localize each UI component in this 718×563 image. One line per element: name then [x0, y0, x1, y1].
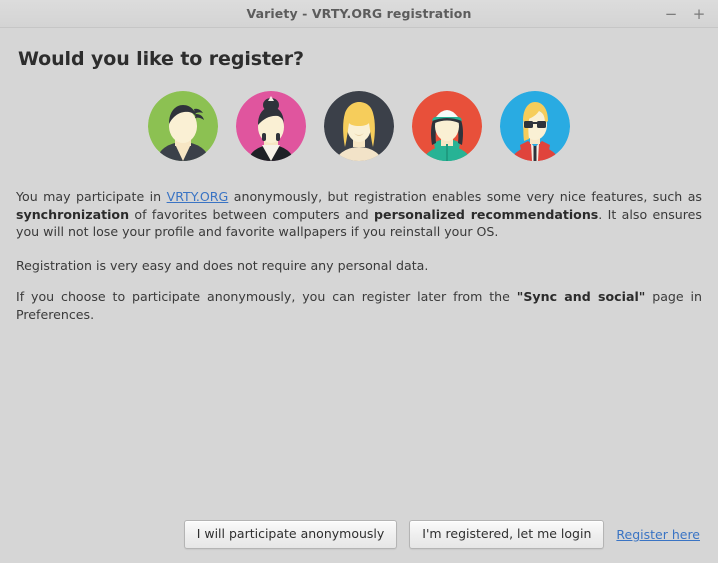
p1-seg2: anonymously, but registration enables so…	[228, 189, 702, 204]
register-here-link[interactable]: Register here	[616, 527, 702, 542]
avatar-green-dark-hair	[148, 91, 218, 161]
vrty-org-link[interactable]: VRTY.ORG	[167, 189, 229, 204]
avatar-blue-sunglasses	[500, 91, 570, 161]
window-controls: − +	[660, 0, 710, 28]
window-title: Variety - VRTY.ORG registration	[246, 6, 472, 21]
p1-bold-recommendations: personalized recommendations	[374, 206, 599, 222]
dialog-footer: I will participate anonymously I'm regis…	[183, 520, 702, 549]
dialog-content: Would you like to register? You may part…	[0, 48, 718, 563]
p3-bold-sync-and-social: "Sync and social"	[516, 289, 646, 304]
p3-seg1: If you choose to participate anonymously…	[16, 289, 517, 304]
p1-seg1: You may participate in	[16, 189, 167, 204]
avatar-red-green-cap	[412, 91, 482, 161]
window-titlebar: Variety - VRTY.ORG registration − +	[0, 0, 718, 28]
p1-seg3: of favorites between computers and	[129, 206, 375, 222]
participate-anonymously-button[interactable]: I will participate anonymously	[183, 520, 398, 549]
avatar-pink-bun-hair	[236, 91, 306, 161]
paragraph-later: If you choose to participate anonymously…	[16, 288, 702, 323]
paragraph-intro: You may participate in VRTY.ORG anonymou…	[16, 188, 702, 241]
p1-bold-synchronization: synchronization	[16, 206, 130, 222]
avatar-row	[16, 86, 702, 166]
paragraph-easy: Registration is very easy and does not r…	[16, 257, 429, 273]
already-registered-login-button[interactable]: I'm registered, let me login	[409, 520, 605, 549]
avatar-dark-blonde-hair	[324, 91, 394, 161]
page-title: Would you like to register?	[18, 48, 304, 70]
minimize-icon[interactable]: −	[660, 3, 682, 25]
maximize-icon[interactable]: +	[688, 3, 710, 25]
